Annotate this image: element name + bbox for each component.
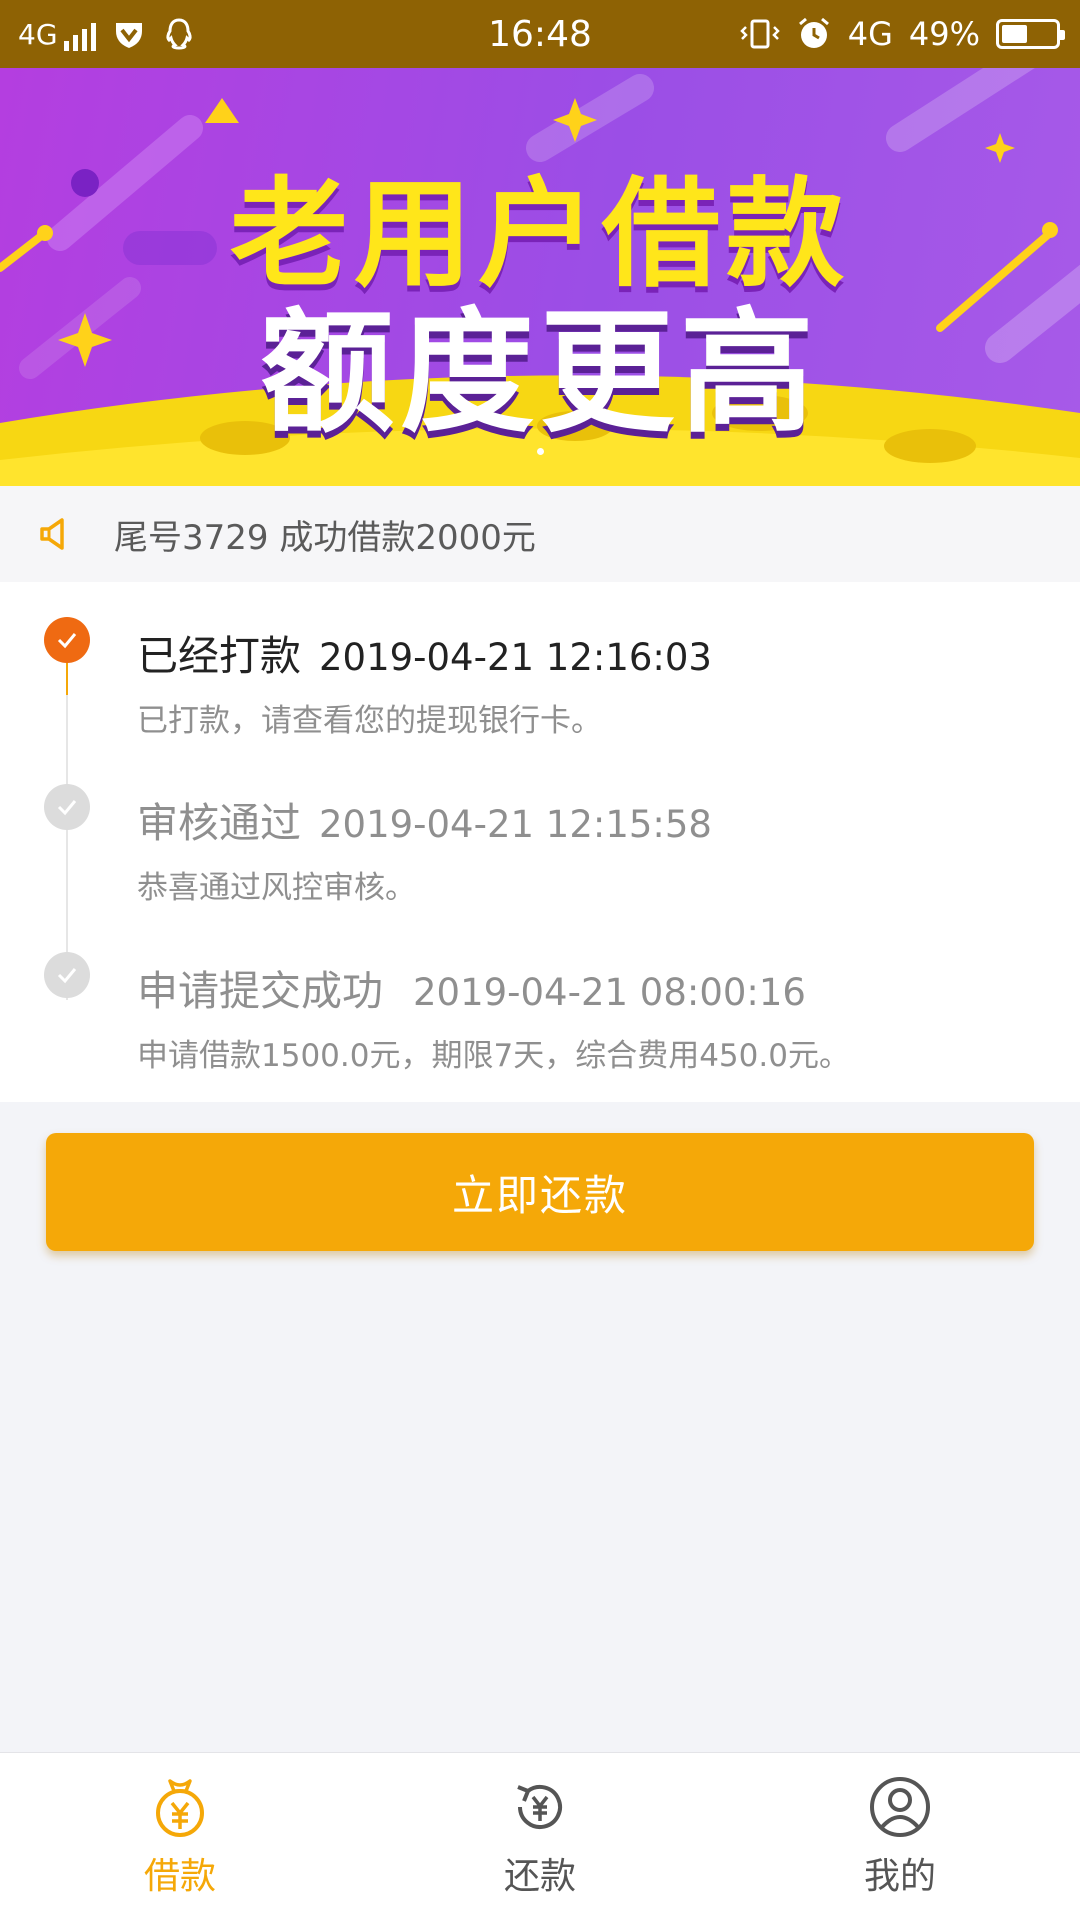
qq-icon: [165, 18, 192, 50]
step-time: 2019-04-21 08:00:16: [413, 971, 806, 1014]
repay-cycle-icon: [517, 1785, 562, 1829]
network-indicator: 4G: [18, 18, 96, 51]
battery-fill: [1002, 25, 1028, 43]
step-description: 恭喜通过风控审核。: [137, 870, 416, 906]
vpn-shield-icon: [115, 23, 142, 48]
step-title: 审核通过: [137, 799, 301, 847]
status-bar: 4G 16:48 4G 49%: [0, 0, 1080, 68]
loan-status-timeline: 已经打款 2019-04-21 12:16:03 已打款，请查看您的提现银行卡。…: [0, 582, 1080, 1102]
clock: 16:48: [488, 13, 592, 55]
step-time: 2019-04-21 12:16:03: [319, 636, 712, 679]
timeline-step-3: 申请提交成功 2019-04-21 08:00:16: [137, 957, 806, 1017]
notice-text: 尾号3729 成功借款2000元: [114, 517, 536, 558]
nav-label: 我的: [863, 1856, 936, 1897]
bottom-nav: 借款 还款 我的: [0, 1752, 1080, 1920]
step-done-check-icon: [44, 952, 90, 998]
step-description: 申请借款1500.0元，期限7天，综合费用450.0元。: [137, 1038, 850, 1074]
nav-item-mine[interactable]: 我的: [720, 1753, 1080, 1920]
banner-page-indicator: [537, 448, 544, 455]
money-bag-icon: [156, 1779, 204, 1837]
user-icon: [870, 1777, 930, 1837]
promo-banner[interactable]: 老用户借款 额度更高: [0, 68, 1080, 486]
step-title: 已经打款: [137, 632, 301, 680]
screen: 4G 16:48 4G 49% 老用户借款 额度更高 尾号3729 成功借款20…: [0, 0, 1080, 1920]
step-done-check-icon: [44, 784, 90, 830]
status-left: 4G: [18, 17, 196, 51]
repay-now-button[interactable]: 立即还款: [46, 1133, 1034, 1251]
signal-icon: [63, 22, 96, 51]
nav-item-repay[interactable]: 还款: [360, 1753, 720, 1920]
alarm-icon: [798, 17, 829, 48]
step-title: 申请提交成功: [137, 967, 383, 1015]
step-time: 2019-04-21 12:15:58: [319, 803, 712, 846]
notice-bar: 尾号3729 成功借款2000元: [0, 486, 1080, 582]
status-right: 4G 49%: [739, 15, 1065, 53]
battery-percent: 49%: [908, 15, 980, 53]
step-description: 已打款，请查看您的提现银行卡。: [137, 703, 602, 739]
network-label: 4G: [18, 17, 58, 51]
timeline-step-2: 审核通过 2019-04-21 12:15:58: [137, 789, 712, 849]
network-label-2: 4G: [847, 15, 893, 53]
nav-label: 借款: [143, 1856, 216, 1897]
vibrate-icon: [739, 19, 780, 49]
nav-label: 还款: [503, 1856, 576, 1897]
nav-item-borrow[interactable]: 借款: [0, 1753, 360, 1920]
step-active-check-icon: [44, 617, 90, 663]
speaker-icon: [40, 518, 64, 550]
battery-icon: [996, 19, 1065, 49]
timeline-step-1: 已经打款 2019-04-21 12:16:03: [137, 622, 712, 682]
banner-subheadline: 额度更高: [259, 295, 820, 451]
